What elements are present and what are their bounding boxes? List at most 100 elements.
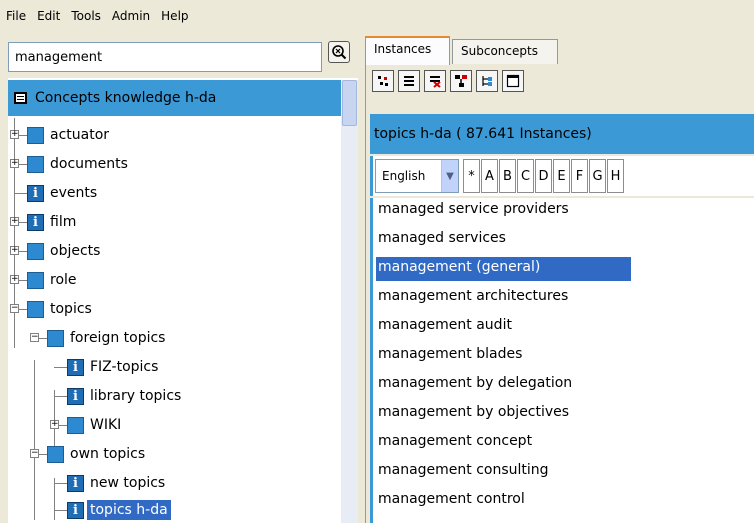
letter-button-star[interactable]: *	[463, 159, 480, 193]
folder-icon	[27, 271, 44, 289]
folder-icon	[27, 126, 44, 144]
tree-node-topics[interactable]: − topics	[8, 296, 95, 322]
list-item[interactable]: management by objectives	[376, 402, 571, 426]
tree-node-documents[interactable]: + documents	[8, 151, 131, 177]
toolbar	[372, 70, 528, 96]
tree-node-label: new topics	[90, 475, 166, 491]
list-item[interactable]: managed services	[376, 228, 508, 252]
list-item[interactable]: management architectures	[376, 286, 570, 310]
tab-subconcepts[interactable]: Subconcepts	[452, 39, 558, 65]
expand-icon[interactable]: +	[50, 420, 59, 429]
list-item[interactable]: management blades	[376, 344, 524, 368]
tree-node-label: film	[50, 214, 77, 230]
letter-button-f[interactable]: F	[571, 159, 588, 193]
list-item[interactable]: management by delegation	[376, 373, 574, 397]
folder-icon	[47, 329, 64, 347]
list-item[interactable]: management consulting	[376, 460, 551, 484]
search-icon	[332, 45, 347, 60]
tree-node-actuator[interactable]: + actuator	[8, 122, 112, 148]
menu-edit[interactable]: Edit	[37, 9, 60, 23]
menubar: File Edit Tools Admin Help	[0, 0, 754, 32]
tree-node-topics-h-da[interactable]: i topics h-da	[48, 497, 171, 523]
menu-tools[interactable]: Tools	[71, 9, 101, 23]
tree-scrollbar[interactable]	[341, 80, 358, 523]
tree-node-objects[interactable]: + objects	[8, 238, 103, 264]
info-icon: i	[67, 474, 84, 492]
tree-node-wiki[interactable]: + WIKI	[48, 412, 124, 438]
list-item[interactable]: management control	[376, 489, 527, 513]
window-button[interactable]	[502, 70, 524, 92]
collapse-icon[interactable]: −	[30, 449, 39, 458]
hierarchy-icon	[455, 75, 467, 87]
delete-button[interactable]	[424, 70, 446, 92]
list-item[interactable]: management concept	[376, 431, 534, 455]
instances-header: topics h-da ( 87.641 Instances)	[370, 114, 754, 154]
list-item[interactable]: managed service providers	[376, 199, 571, 223]
scatter-icon	[378, 76, 388, 86]
info-icon: i	[67, 501, 84, 519]
tab-instances[interactable]: Instances	[365, 36, 450, 65]
tree-node-role[interactable]: + role	[8, 267, 80, 293]
letter-button-d[interactable]: D	[535, 159, 552, 193]
folder-icon	[27, 242, 44, 260]
tree-view-button[interactable]	[476, 70, 498, 92]
letter-button-g[interactable]: G	[589, 159, 606, 193]
tab-panel: topics h-da ( 87.641 Instances) English …	[365, 64, 754, 523]
letter-button-e[interactable]: E	[553, 159, 570, 193]
expand-icon[interactable]: +	[10, 159, 19, 168]
tree-node-label: FIZ-topics	[90, 359, 159, 375]
tree-line	[34, 360, 35, 520]
folder-icon	[27, 300, 44, 318]
tree-node-events[interactable]: i events	[8, 180, 100, 206]
expand-icon[interactable]: +	[10, 246, 19, 255]
menu-help[interactable]: Help	[161, 9, 188, 23]
instance-list[interactable]: managed service providers managed servic…	[370, 198, 754, 523]
scatter-view-button[interactable]	[372, 70, 394, 92]
list-item[interactable]: management audit	[376, 315, 514, 339]
list-icon	[404, 76, 414, 86]
list-item[interactable]: management (general)	[376, 257, 631, 281]
info-icon: i	[27, 184, 44, 202]
delete-icon	[430, 76, 441, 88]
info-icon: i	[67, 358, 84, 376]
concept-tree[interactable]: Concepts knowledge h-da + actuator + doc…	[8, 78, 358, 523]
window-icon	[506, 74, 520, 88]
letter-button-c[interactable]: C	[517, 159, 534, 193]
tree-scrollbar-thumb[interactable]	[342, 80, 357, 126]
tree-node-new-topics[interactable]: i new topics	[48, 470, 168, 496]
tree-node-own-topics[interactable]: − own topics	[28, 441, 148, 467]
search-input[interactable]	[8, 42, 322, 72]
expand-icon[interactable]: +	[10, 130, 19, 139]
search-button[interactable]	[328, 41, 350, 63]
expand-icon[interactable]: +	[10, 275, 19, 284]
tree-node-label: own topics	[70, 446, 146, 462]
menu-admin[interactable]: Admin	[112, 9, 150, 23]
menu-file[interactable]: File	[6, 9, 26, 23]
tree-node-fiz-topics[interactable]: i FIZ-topics	[48, 354, 161, 380]
collapse-icon[interactable]: −	[30, 333, 39, 342]
list-view-button[interactable]	[398, 70, 420, 92]
tree-node-label: WIKI	[90, 417, 122, 433]
folder-icon	[67, 416, 84, 434]
tree-node-film[interactable]: + i film	[8, 209, 79, 235]
tree-node-foreign-topics[interactable]: − foreign topics	[28, 325, 168, 351]
expand-icon[interactable]: +	[10, 217, 19, 226]
collapse-icon[interactable]: −	[10, 304, 19, 313]
tree-node-label: objects	[50, 243, 101, 259]
hierarchy-button[interactable]	[450, 70, 472, 92]
instance-pane: Instances Subconcepts topics h-da (87.6…	[365, 36, 754, 523]
tree-root[interactable]: Concepts knowledge h-da	[8, 80, 341, 116]
language-select[interactable]: English ▼	[375, 159, 459, 193]
tree-node-label: role	[50, 272, 77, 288]
language-select-value: English	[382, 169, 426, 183]
letter-button-a[interactable]: A	[481, 159, 498, 193]
tree-node-label: topics	[50, 301, 92, 317]
folder-icon	[27, 155, 44, 173]
tree-node-library-topics[interactable]: i library topics	[48, 383, 184, 409]
tree-node-label: foreign topics	[70, 330, 166, 346]
chevron-down-icon[interactable]: ▼	[441, 160, 458, 192]
folder-icon	[47, 445, 64, 463]
letter-button-b[interactable]: B	[499, 159, 516, 193]
letter-button-h[interactable]: H	[607, 159, 624, 193]
concept-pane: Concepts knowledge h-da + actuator + doc…	[8, 38, 358, 523]
